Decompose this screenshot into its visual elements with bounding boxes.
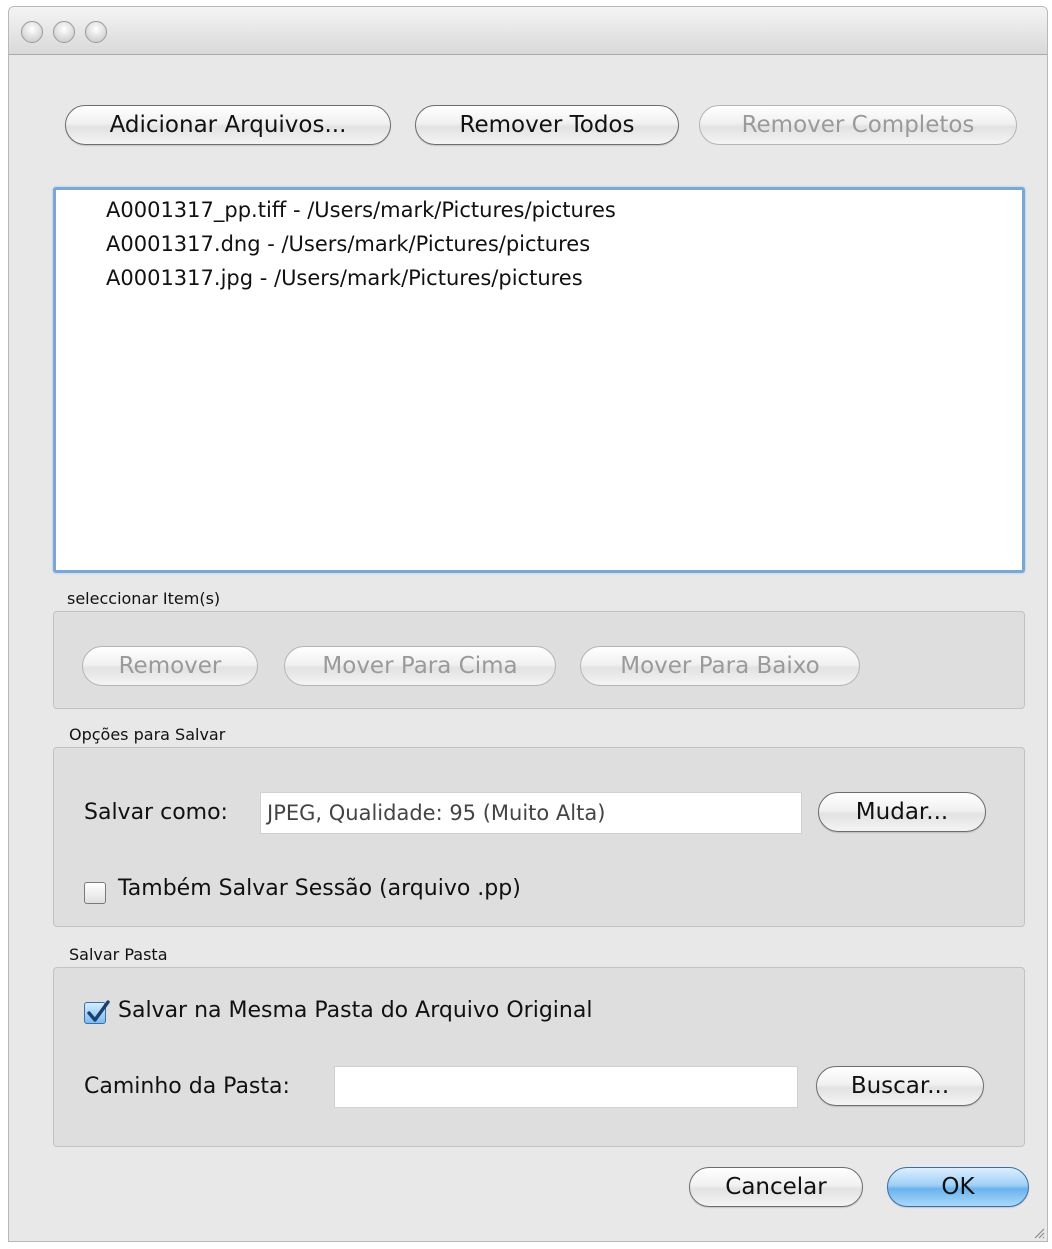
select-items-group: Remover Mover Para Cima Mover Para Baixo: [53, 611, 1025, 709]
ok-button[interactable]: OK: [887, 1167, 1029, 1207]
list-item[interactable]: A0001317.jpg - /Users/mark/Pictures/pict…: [106, 266, 583, 290]
add-files-button[interactable]: Adicionar Arquivos...: [65, 105, 391, 145]
batch-save-dialog: Adicionar Arquivos... Remover Todos Remo…: [8, 6, 1048, 1242]
title-bar: [9, 7, 1047, 55]
save-folder-group: Salvar na Mesma Pasta do Arquivo Origina…: [53, 967, 1025, 1147]
browse-button[interactable]: Buscar...: [816, 1066, 984, 1106]
save-as-label: Salvar como:: [84, 800, 228, 825]
resize-grip-icon[interactable]: [1031, 1225, 1045, 1239]
save-session-label[interactable]: Também Salvar Sessão (arquivo .pp): [118, 876, 521, 901]
checkmark-icon: [87, 1000, 110, 1022]
change-format-button[interactable]: Mudar...: [818, 792, 986, 832]
move-down-button[interactable]: Mover Para Baixo: [580, 646, 860, 686]
move-up-button[interactable]: Mover Para Cima: [284, 646, 556, 686]
remove-selected-button[interactable]: Remover: [82, 646, 258, 686]
list-item[interactable]: A0001317_pp.tiff - /Users/mark/Pictures/…: [106, 198, 616, 222]
save-options-title: Opções para Salvar: [69, 725, 226, 744]
save-format-field: JPEG, Qualidade: 95 (Muito Alta): [260, 792, 802, 834]
folder-path-input[interactable]: [334, 1066, 798, 1108]
select-items-title: seleccionar Item(s): [67, 589, 221, 608]
folder-path-label: Caminho da Pasta:: [84, 1074, 290, 1099]
save-folder-title: Salvar Pasta: [69, 945, 168, 964]
remove-all-button[interactable]: Remover Todos: [415, 105, 679, 145]
zoom-window-icon[interactable]: [85, 21, 107, 43]
minimize-window-icon[interactable]: [53, 21, 75, 43]
cancel-button[interactable]: Cancelar: [689, 1167, 863, 1207]
save-session-checkbox[interactable]: [84, 882, 106, 904]
same-folder-checkbox[interactable]: [84, 1000, 110, 1024]
same-folder-label[interactable]: Salvar na Mesma Pasta do Arquivo Origina…: [118, 998, 592, 1023]
save-options-group: Salvar como: JPEG, Qualidade: 95 (Muito …: [53, 747, 1025, 927]
remove-completed-button[interactable]: Remover Completos: [699, 105, 1017, 145]
list-item[interactable]: A0001317.dng - /Users/mark/Pictures/pict…: [106, 232, 590, 256]
file-list[interactable]: A0001317_pp.tiff - /Users/mark/Pictures/…: [53, 187, 1025, 573]
close-window-icon[interactable]: [21, 21, 43, 43]
